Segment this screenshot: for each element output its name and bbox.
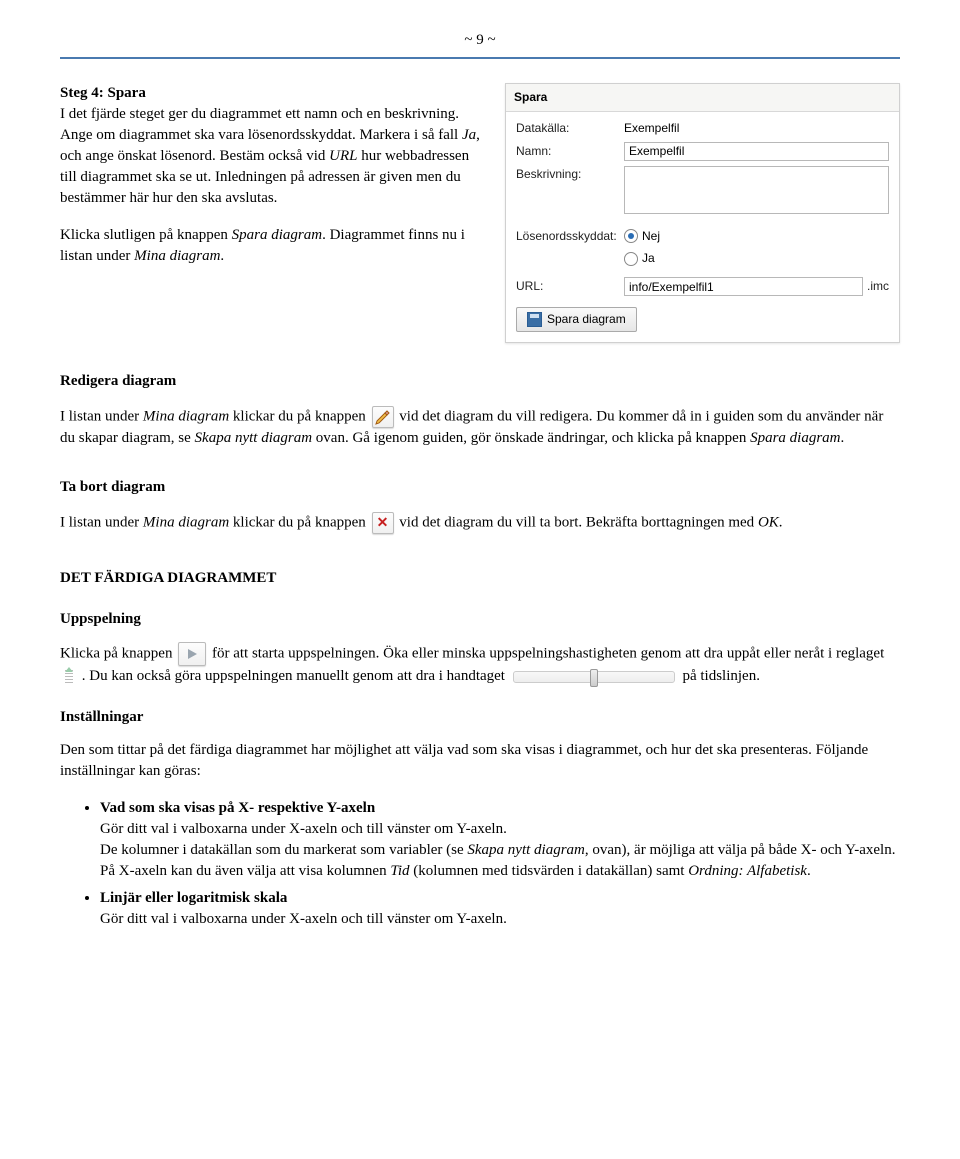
step4-title: Steg 4: Spara [60,83,481,104]
uppspelning-title: Uppspelning [60,609,900,630]
delete-icon[interactable]: ✕ [372,512,394,534]
radio-nej-dot [624,229,638,243]
save-icon [527,312,542,327]
tabort-title: Ta bort diagram [60,477,900,498]
url-label: URL: [516,278,624,295]
installningar-title: Inställningar [60,707,900,728]
radio-nej[interactable]: Nej [624,228,660,245]
spara-panel: Spara Datakälla: Exempelfil Namn: Beskri… [505,83,900,343]
header-rule [60,57,900,59]
beskrivning-label: Beskrivning: [516,166,624,183]
radio-ja-label: Ja [642,250,655,267]
edit-icon[interactable] [372,406,394,428]
spara-panel-title: Spara [506,84,899,112]
redigera-title: Redigera diagram [60,371,900,392]
losenord-label: Lösenordsskyddat: [516,228,624,245]
radio-nej-label: Nej [642,228,660,245]
namn-input[interactable] [624,142,889,161]
datakalla-label: Datakälla: [516,120,624,137]
installningar-intro: Den som tittar på det färdiga diagrammet… [60,740,900,782]
tabort-para: I listan under Mina diagram klickar du p… [60,512,900,534]
fardiga-title: DET FÄRDIGA DIAGRAMMET [60,568,900,589]
redigera-para: I listan under Mina diagram klickar du p… [60,406,900,449]
list-item: Vad som ska visas på X- respektive Y-axe… [100,798,900,882]
step4-para-1: I det fjärde steget ger du diagrammet et… [60,104,481,209]
step4-para-2: Klicka slutligen på knappen Spara diagra… [60,225,481,267]
namn-label: Namn: [516,143,624,160]
list-item: Linjär eller logaritmisk skala Gör ditt … [100,888,900,930]
spara-diagram-button[interactable]: Spara diagram [516,307,637,332]
datakalla-value: Exempelfil [624,120,889,137]
page-number: ~ 9 ~ [60,30,900,51]
url-input[interactable] [624,277,863,296]
timeline-slider-icon[interactable] [513,671,675,683]
radio-ja-dot [624,252,638,266]
speed-slider-icon[interactable] [62,669,76,685]
beskrivning-input[interactable] [624,166,889,214]
installningar-list: Vad som ska visas på X- respektive Y-axe… [60,798,900,930]
uppspelning-para: Klicka på knappen för att starta uppspel… [60,642,900,687]
radio-ja[interactable]: Ja [624,250,655,267]
play-icon[interactable] [178,642,206,666]
url-suffix: .imc [867,278,889,295]
spara-diagram-button-label: Spara diagram [547,311,626,328]
